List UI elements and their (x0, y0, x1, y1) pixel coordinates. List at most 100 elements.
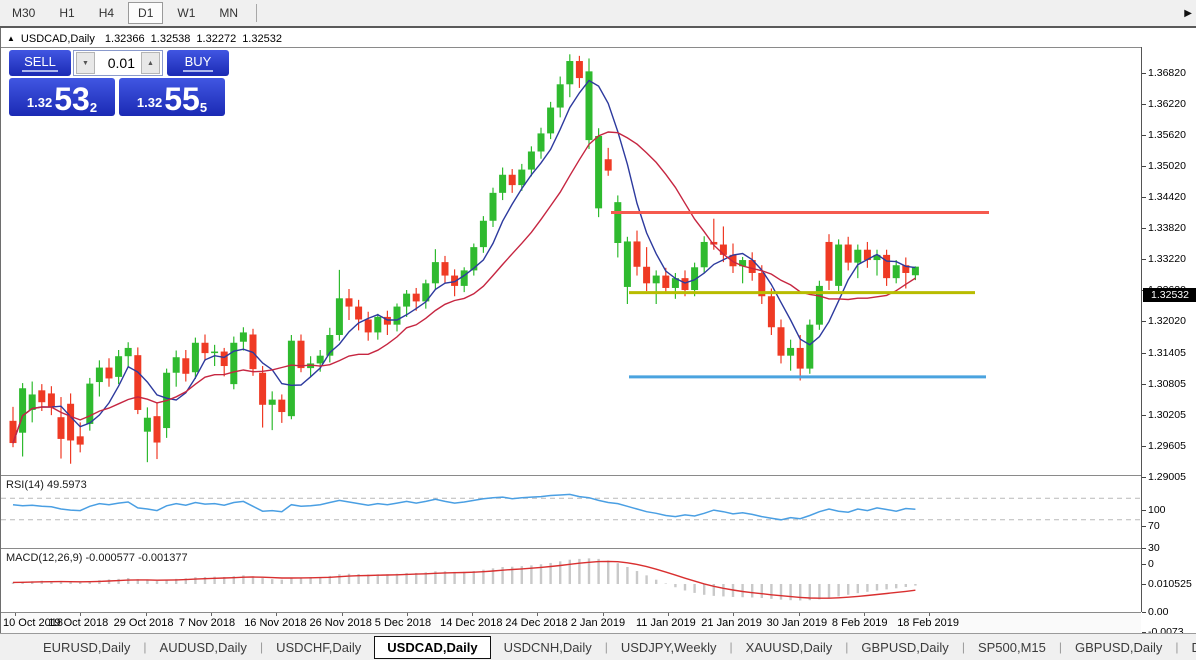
price-tick: 1.34420 (1148, 191, 1186, 204)
chart-tab-usdcnh-daily[interactable]: USDCNH,Daily (491, 637, 605, 658)
candle-body (47, 393, 55, 408)
candle-body (806, 324, 814, 369)
candle-body (681, 278, 689, 291)
timeframe-button-h4[interactable]: H4 (89, 2, 124, 24)
date-tick-mark (472, 613, 474, 616)
rsi-tick: 100 (1148, 504, 1166, 516)
axis-tick-mark (1142, 166, 1146, 168)
macd-tick: 0.010525 (1148, 577, 1192, 590)
date-tick-mark (406, 613, 408, 616)
date-tick-label: 7 Nov 2018 (178, 617, 236, 629)
timeframe-button-w1[interactable]: W1 (167, 2, 205, 24)
candle-body (364, 319, 372, 333)
candle-body (134, 355, 142, 410)
candle-body (566, 61, 574, 85)
timeframe-button-m30[interactable]: M30 (2, 2, 45, 24)
axis-tick-mark (1142, 352, 1146, 354)
sell-button[interactable]: SELL (9, 50, 71, 76)
axis-tick-mark (1142, 445, 1146, 447)
date-tick-mark (668, 613, 669, 616)
timeframe-button-h1[interactable]: H1 (49, 2, 84, 24)
candle-body (575, 61, 583, 79)
chart-tab-gbpusd-daily[interactable]: GBPUSD,Daily (1062, 637, 1175, 658)
candle-body (355, 306, 363, 320)
lot-decrease-button[interactable]: ▼ (76, 52, 95, 74)
axis-tick-mark (1142, 259, 1146, 261)
candle-body (153, 416, 161, 443)
date-tick-mark (602, 613, 604, 616)
candle-body (278, 399, 286, 413)
chart-tab-dj30-h4[interactable]: DJ30,H4 (1179, 637, 1196, 658)
date-tick-mark (341, 613, 343, 616)
axis-tick-mark (1142, 414, 1146, 416)
candle-body (76, 436, 84, 445)
candle-body (191, 342, 199, 373)
chart-tab-sp500-m15[interactable]: SP500,M15 (965, 637, 1059, 658)
candle-body (460, 270, 468, 286)
chart-tab-eurusd-daily[interactable]: EURUSD,Daily (30, 637, 143, 658)
axis-tick-mark (1142, 583, 1146, 585)
chart-window: ▲ USDCAD,Daily 1.32366 1.32538 1.32272 1… (0, 28, 1196, 638)
candle-body (643, 266, 651, 284)
candle-body (316, 355, 324, 364)
timeframe-button-d1[interactable]: D1 (128, 2, 164, 24)
chart-tab-usdcad-daily[interactable]: USDCAD,Daily (374, 635, 491, 659)
price-tick: 1.35020 (1148, 160, 1186, 173)
chart-tab-usdchf-daily[interactable]: USDCHF,Daily (263, 637, 374, 658)
lot-increase-button[interactable]: ▲ (141, 52, 160, 74)
price-axis: 1.36820 1.36220 1.35620 1.35020 1.34420 1.338… (1141, 47, 1196, 638)
candle-body (220, 351, 228, 367)
candle-body (614, 202, 622, 243)
chart-tab-bar: EURUSD,Daily | AUDUSD,Daily | USDCHF,Daily US… (0, 633, 1196, 660)
candle-body (700, 241, 708, 268)
rsi-tick: 30 (1148, 541, 1160, 554)
candle-body (777, 327, 785, 356)
price-tick: 1.31405 (1148, 346, 1186, 359)
date-tick-label: 30 Jan 2019 (766, 617, 828, 629)
candle-body (182, 358, 190, 374)
sell-price-quote[interactable]: 1.32 53 2 (9, 78, 115, 116)
lot-size-field: ▼ 0.01 ▲ (73, 50, 163, 76)
candle-body (239, 332, 247, 342)
chart-tab-audusd-daily[interactable]: AUDUSD,Daily (147, 637, 260, 658)
buy-price-quote[interactable]: 1.32 55 5 (119, 78, 225, 116)
chart-tab-usdjpy-weekly[interactable]: USDJPY,Weekly (608, 637, 730, 658)
date-tick-mark (80, 613, 82, 616)
panel-divider[interactable] (1, 475, 1141, 478)
candle-body (547, 107, 555, 134)
candle-body (403, 293, 411, 307)
date-tick-label: 8 Feb 2019 (831, 617, 888, 629)
panel-divider[interactable] (1, 548, 1141, 551)
tab-scroll-right-icon[interactable]: ▶ (1184, 8, 1192, 19)
candle-body (835, 244, 843, 286)
candle-body (115, 356, 123, 377)
price-tick: 1.30205 (1148, 408, 1186, 421)
buy-button[interactable]: BUY (167, 50, 229, 76)
axis-tick-mark (1142, 612, 1146, 613)
chart-tab-xauusd-daily[interactable]: XAUUSD,Daily (733, 637, 846, 658)
candle-body (211, 351, 219, 354)
candle-body (892, 265, 900, 279)
date-tick-mark (276, 613, 278, 616)
axis-tick-mark (1142, 510, 1146, 511)
date-axis: 10 Oct 2018 19 Oct 2018 29 Oct 2018 7 Nov 2… (1, 612, 1141, 634)
candle-body (489, 192, 497, 221)
candle-body (86, 383, 94, 424)
timeframe-button-mn[interactable]: MN (209, 2, 248, 24)
candle-body (595, 135, 603, 209)
candle-body (374, 316, 382, 333)
price-tick: 1.36220 (1148, 98, 1186, 111)
candle-body (9, 420, 17, 444)
axis-tick-mark (1142, 383, 1146, 385)
chart-tab-gbpusd-daily[interactable]: GBPUSD,Daily (848, 637, 961, 658)
candle-body (345, 298, 353, 307)
candle-body (844, 244, 852, 263)
candle-body (268, 399, 276, 405)
lot-size-value[interactable]: 0.01 (97, 55, 139, 71)
price-tick: 1.33820 (1148, 222, 1186, 235)
candle-body (518, 169, 526, 186)
toolbar-separator (256, 4, 258, 22)
axis-tick-mark (1142, 135, 1146, 137)
price-tick: 1.36820 (1148, 67, 1186, 79)
candle-body (105, 367, 113, 379)
